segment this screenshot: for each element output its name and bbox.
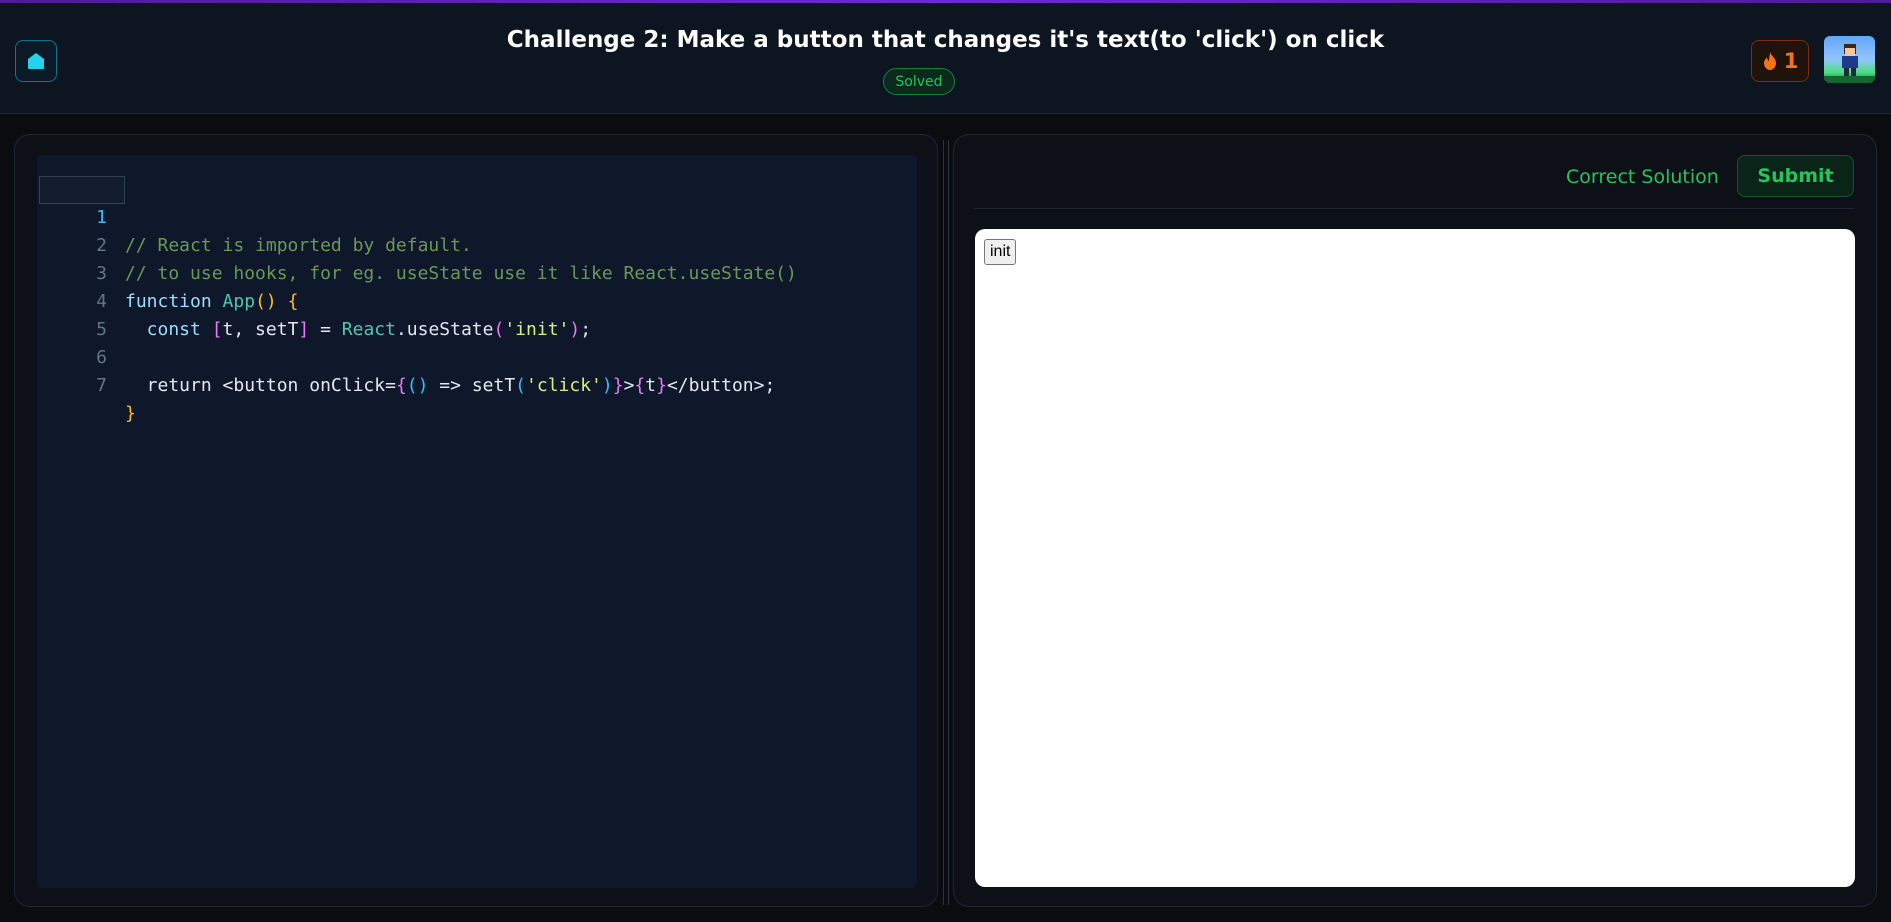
status-badge: Solved	[883, 68, 955, 95]
code-token: 'click'	[526, 375, 602, 396]
code-line-5: 5	[37, 288, 917, 340]
code-line-6: 6 return <button onClick={() => setT('cl…	[37, 316, 917, 396]
output-preview: init	[975, 229, 1855, 887]
line-number: 7	[96, 375, 107, 396]
code-token: {	[634, 375, 646, 396]
home-icon	[28, 53, 44, 69]
divider	[974, 208, 1854, 209]
header: Challenge 2: Make a button that changes …	[0, 3, 1891, 114]
code-token: {	[395, 375, 407, 396]
code-token: => setT	[428, 375, 516, 396]
code-token: </button>;	[666, 375, 776, 396]
code-token: }	[612, 375, 624, 396]
page-title: Challenge 2: Make a button that changes …	[506, 27, 1385, 53]
code-line-4: 4 const [t, setT] = React.useState('init…	[37, 260, 917, 340]
code-line-7: 7 }	[37, 344, 917, 424]
preview-button[interactable]: init	[984, 239, 1017, 265]
streak-count: 1	[1783, 49, 1799, 73]
streak-counter[interactable]: 1	[1751, 40, 1809, 82]
result-panel: Correct Solution Submit init	[953, 134, 1877, 907]
flame-icon	[1763, 52, 1776, 70]
avatar[interactable]	[1824, 36, 1875, 83]
code-token: )	[601, 375, 613, 396]
code-token: ()	[406, 375, 429, 396]
code-token: return <button onClick=	[125, 375, 396, 396]
code-line-1: 1 // React is imported by default.	[37, 176, 917, 256]
code-token: (	[515, 375, 527, 396]
submit-button[interactable]: Submit	[1737, 155, 1854, 197]
code-panel: 1 // React is imported by default. 2 // …	[14, 134, 938, 907]
code-token: }	[125, 403, 136, 424]
code-editor[interactable]: 1 // React is imported by default. 2 // …	[37, 155, 917, 888]
code-line-3: 3 function App() {	[37, 232, 917, 312]
code-line-2: 2 // to use hooks, for eg. useState use …	[37, 204, 917, 284]
code-token: }	[656, 375, 667, 396]
solution-status: Correct Solution	[1566, 166, 1719, 188]
code-token: >	[623, 375, 635, 396]
user-avatar-image	[1824, 44, 1875, 83]
code-token: t	[645, 375, 657, 396]
panel-resize-handle[interactable]	[943, 140, 949, 905]
